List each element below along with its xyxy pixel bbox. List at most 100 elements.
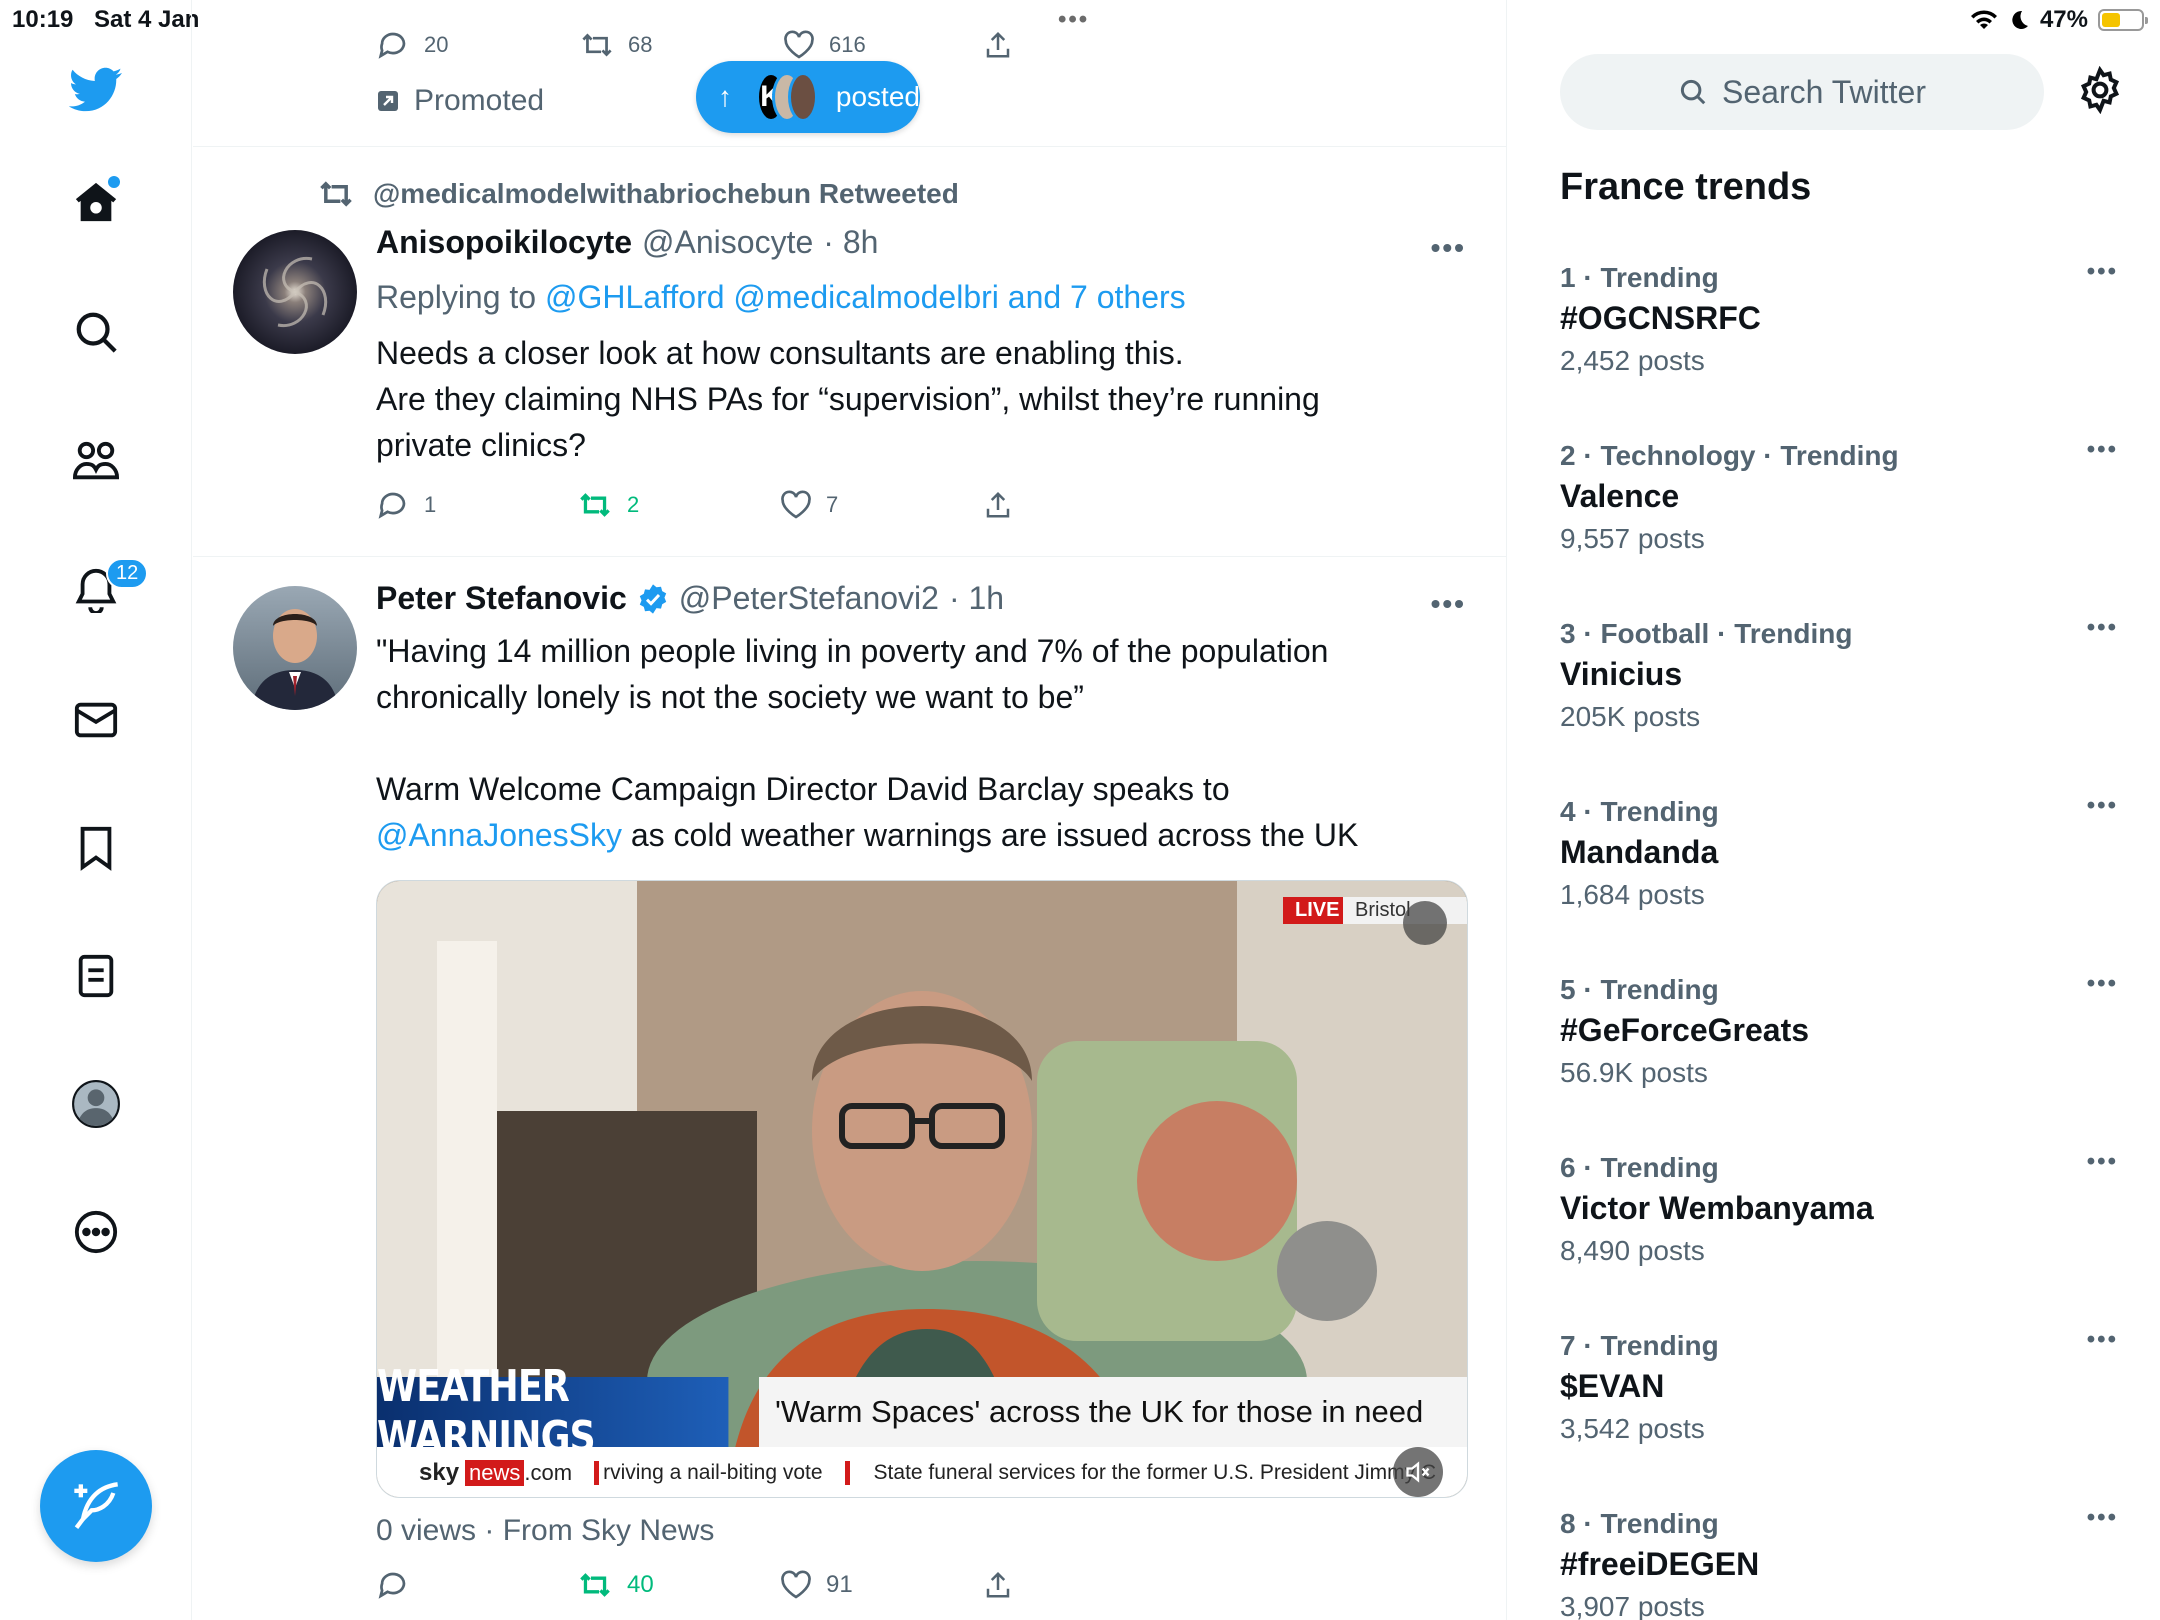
profile-avatar-icon[interactable] xyxy=(66,1074,126,1134)
trend-more-button[interactable]: ••• xyxy=(2087,1326,2118,1354)
share-icon xyxy=(986,491,1010,518)
author-handle[interactable]: @PeterStefanovi2 xyxy=(679,580,939,617)
trend-count: 205K posts xyxy=(1560,701,1701,732)
search-input[interactable]: Search Twitter xyxy=(1560,54,2044,130)
retweet-action[interactable]: 40 xyxy=(577,1570,654,1600)
trend-item[interactable]: 5 · Trending #GeForceGreats 56.9K posts ••• xyxy=(1560,970,2120,1089)
messages-envelope-icon[interactable] xyxy=(66,690,126,750)
trend-item[interactable]: 6 · Trending Victor Wembanyama 8,490 posts… xyxy=(1560,1148,2120,1267)
communities-icon[interactable] xyxy=(66,432,126,492)
ticker-item: State funeral services for the former U.… xyxy=(844,1461,1436,1485)
trend-context: 7 · Trending xyxy=(1560,1330,1719,1361)
tweet-time[interactable]: · 8h xyxy=(823,224,878,261)
trend-more-button[interactable]: ••• xyxy=(2087,436,2118,464)
retweet-icon xyxy=(582,33,612,57)
tweet-header: Anisopoikilocyte @Anisocyte · 8h xyxy=(376,224,878,261)
trend-context: 4 · Trending xyxy=(1560,796,1719,827)
tweet-more-button[interactable]: ••• xyxy=(1431,588,1466,620)
tweet-text: "Having 14 million people living in pove… xyxy=(376,633,1359,853)
live-badge: LIVE xyxy=(1283,897,1352,924)
muted-speaker-icon xyxy=(1406,1461,1430,1483)
share-icon xyxy=(986,1571,1010,1598)
home-icon[interactable] xyxy=(66,172,126,232)
tweet-header: Peter Stefanovic @PeterStefanovi2 · 1h xyxy=(376,580,1004,617)
trend-item[interactable]: 8 · Trending #freeiDEGEN 3,907 posts ••• xyxy=(1560,1504,2120,1620)
left-nav: 12 xyxy=(0,0,192,1620)
trend-count: 8,490 posts xyxy=(1560,1235,1705,1266)
share-action[interactable] xyxy=(983,490,1013,520)
retweet-count: 2 xyxy=(627,492,640,517)
timeline[interactable]: 20 68 616 Promoted ↑ K posted @medicalmo… xyxy=(193,0,1507,1620)
mention-link[interactable]: @AnnaJonesSky xyxy=(376,817,622,853)
trend-count: 2,452 posts xyxy=(1560,345,1705,376)
com-logo: .com xyxy=(524,1460,573,1485)
like-action[interactable]: 91 xyxy=(780,1570,853,1600)
compose-tweet-button[interactable] xyxy=(40,1450,152,1562)
trend-context: 6 · Trending xyxy=(1560,1152,1719,1183)
trend-name: Mandanda xyxy=(1560,834,1719,870)
trend-item[interactable]: 1 · Trending #OGCNSRFC 2,452 posts ••• xyxy=(1560,258,2120,377)
notifications-bell-icon[interactable]: 12 xyxy=(66,558,149,620)
trend-item[interactable]: 7 · Trending $EVAN 3,542 posts ••• xyxy=(1560,1326,2120,1445)
twitter-logo-icon[interactable] xyxy=(66,60,126,120)
trend-more-button[interactable]: ••• xyxy=(2087,1148,2118,1176)
trend-more-button[interactable]: ••• xyxy=(2087,258,2118,286)
trend-count: 3,907 posts xyxy=(1560,1591,1705,1620)
author-name[interactable]: Peter Stefanovic xyxy=(376,580,627,617)
reply-mentions-link[interactable]: @GHLafford @medicalmodelbri and 7 others xyxy=(545,279,1186,315)
heart-icon xyxy=(781,490,811,519)
explore-search-icon[interactable] xyxy=(66,302,126,362)
bookmarks-icon[interactable] xyxy=(66,818,126,878)
trend-more-button[interactable]: ••• xyxy=(2087,970,2118,998)
trend-context: 3 · Football · Trending xyxy=(1560,618,1853,649)
trend-more-button[interactable]: ••• xyxy=(2087,1504,2118,1532)
trend-context: 1 · Trending xyxy=(1560,262,1719,293)
trend-more-button[interactable]: ••• xyxy=(2087,614,2118,642)
retweet-action[interactable]: 68 xyxy=(580,30,652,60)
tweet-more-button[interactable]: ••• xyxy=(1431,232,1466,264)
author-handle[interactable]: @Anisocyte xyxy=(642,224,813,261)
trend-item[interactable]: 2 · Technology · Trending Valence 9,557 po… xyxy=(1560,436,2120,555)
trend-item[interactable]: 4 · Trending Mandanda 1,684 posts ••• xyxy=(1560,792,2120,911)
promoted-label: Promoted xyxy=(376,84,544,118)
retweet-action[interactable]: 2 xyxy=(577,490,639,520)
video-player[interactable]: LIVE Bristol WEATHER WARNINGS 'Warm Spac… xyxy=(376,880,1468,1498)
retweeted-by-label[interactable]: @medicalmodelwithabriochebun Retweeted xyxy=(317,178,959,210)
search-icon xyxy=(1680,79,1706,105)
share-action[interactable] xyxy=(983,30,1013,60)
trend-count: 1,684 posts xyxy=(1560,879,1705,910)
like-action[interactable]: 616 xyxy=(783,30,866,60)
verified-badge-icon xyxy=(639,583,666,614)
mute-button[interactable] xyxy=(1393,1447,1443,1497)
avatar[interactable] xyxy=(233,230,357,354)
like-count: 616 xyxy=(829,32,866,57)
author-name[interactable]: Anisopoikilocyte xyxy=(376,224,632,261)
more-options-icon[interactable] xyxy=(66,1202,126,1262)
share-action[interactable] xyxy=(983,1570,1013,1600)
trend-context: 8 · Trending xyxy=(1560,1508,1719,1539)
reply-action[interactable]: 20 xyxy=(376,30,448,60)
captions-icon[interactable] xyxy=(1403,901,1447,945)
reply-count: 20 xyxy=(424,32,449,57)
like-action[interactable]: 7 xyxy=(780,490,838,520)
like-count: 7 xyxy=(826,492,839,517)
video-views: 0 views · From Sky News xyxy=(376,1514,715,1547)
avatar[interactable] xyxy=(233,586,357,710)
trend-name: #GeForceGreats xyxy=(1560,1012,1810,1048)
trend-count: 56.9K posts xyxy=(1560,1057,1708,1088)
news-logo: news xyxy=(465,1460,525,1486)
lists-icon[interactable] xyxy=(66,946,126,1006)
tweet-time[interactable]: · 1h xyxy=(949,580,1004,617)
heart-icon xyxy=(784,30,814,59)
trend-more-button[interactable]: ••• xyxy=(2087,792,2118,820)
reply-action[interactable] xyxy=(376,1570,410,1600)
divider xyxy=(193,146,1506,147)
reply-action[interactable]: 1 xyxy=(376,490,436,520)
divider xyxy=(193,556,1506,557)
home-new-dot xyxy=(108,176,120,188)
weather-warnings-banner: WEATHER WARNINGS xyxy=(377,1361,729,1463)
share-icon xyxy=(986,31,1010,58)
trend-item[interactable]: 3 · Football · Trending Vinicius 205K post… xyxy=(1560,614,2120,733)
settings-gear-icon[interactable] xyxy=(2076,65,2124,119)
new-posts-pill[interactable]: ↑ K posted xyxy=(696,61,920,133)
